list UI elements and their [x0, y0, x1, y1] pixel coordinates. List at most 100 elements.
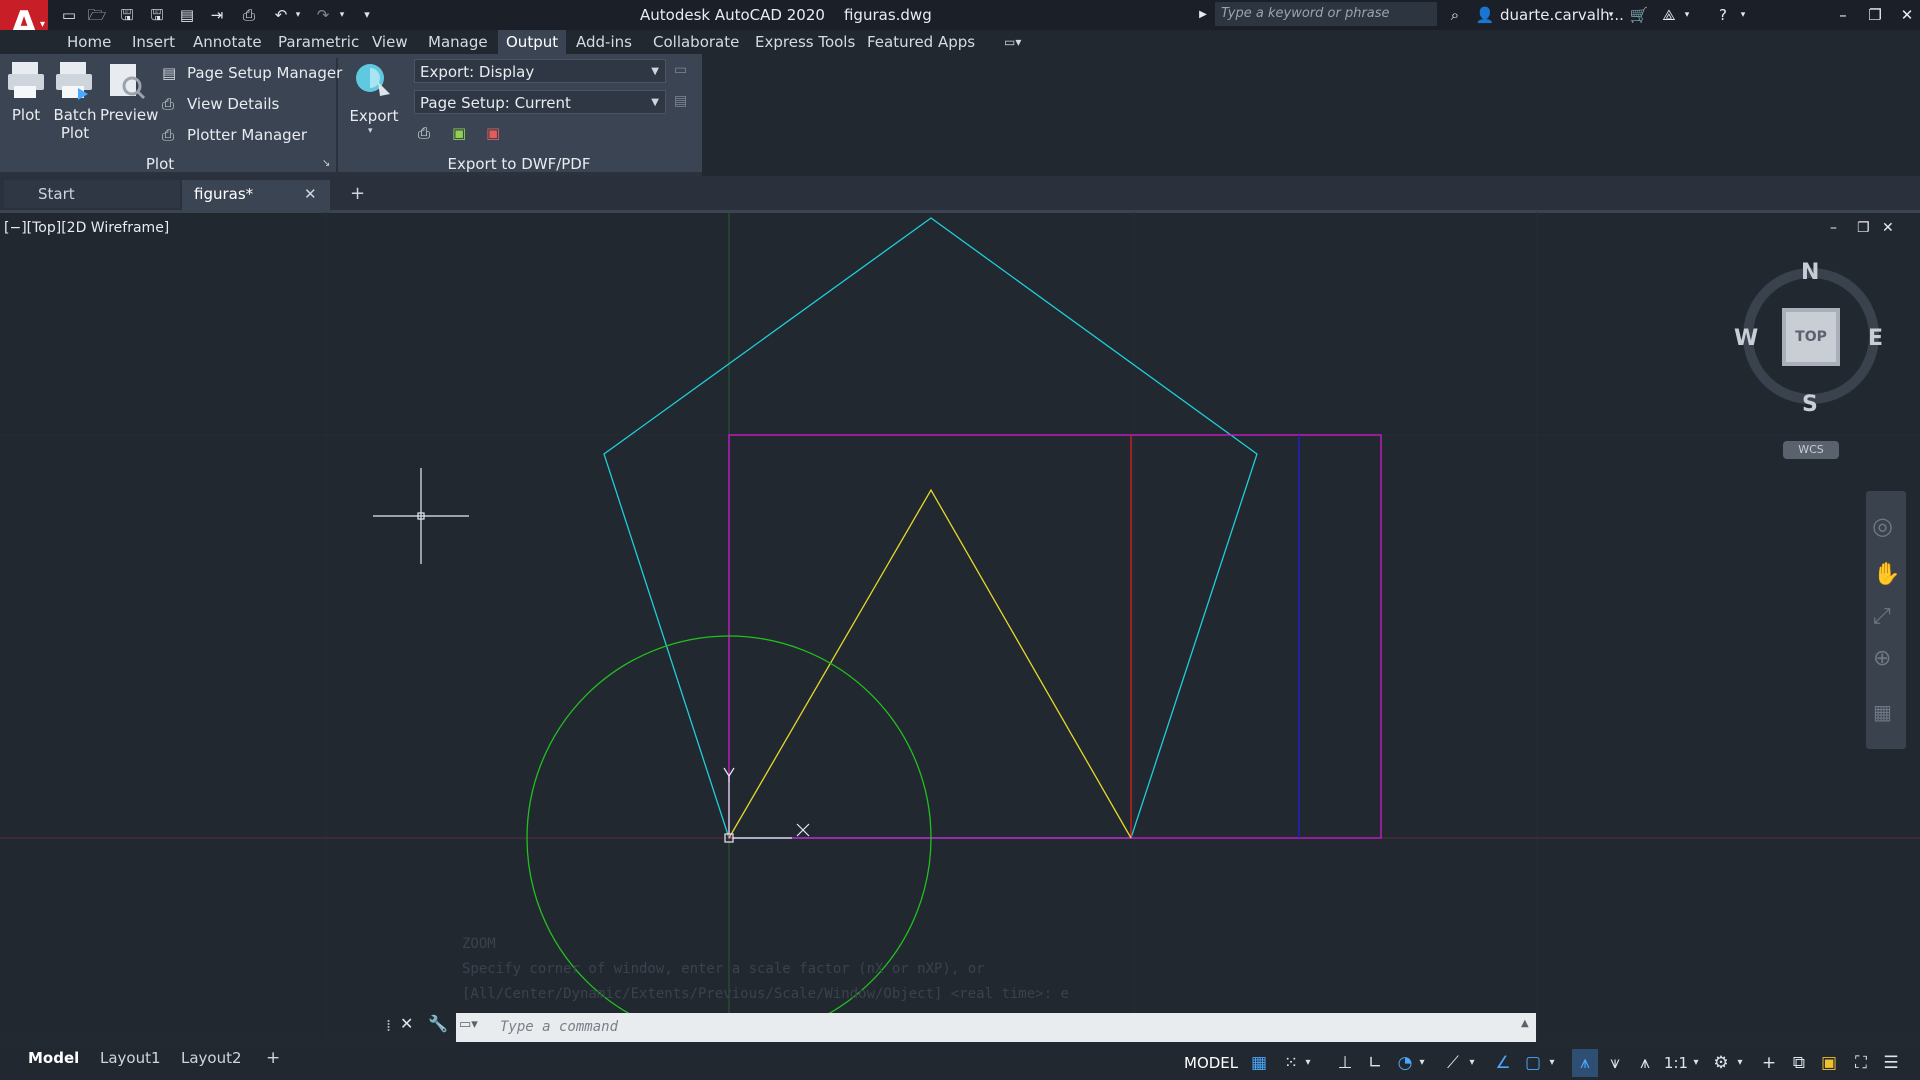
preview-icon[interactable] — [106, 60, 146, 100]
close-command-icon[interactable]: ✕ — [400, 1014, 413, 1033]
undo-icon[interactable]: ↶ — [270, 4, 292, 26]
pentagon-shape[interactable] — [603, 217, 1258, 839]
plot-button[interactable]: Plot — [4, 106, 48, 124]
export-button[interactable]: Export — [346, 107, 402, 125]
export-pdf-icon[interactable]: ▣ — [486, 124, 500, 142]
showmotion-icon[interactable]: ▦ — [1873, 700, 1892, 724]
compass-west[interactable]: W — [1734, 326, 1758, 351]
tab-view[interactable]: View — [364, 30, 416, 54]
pan-icon[interactable]: ✋ — [1873, 562, 1900, 587]
customize-status-bar-icon[interactable]: ☰ — [1878, 1049, 1904, 1077]
viewport-close-icon[interactable]: ✕ — [1882, 220, 1894, 236]
a360-icon[interactable]: ⟁ — [1658, 3, 1680, 27]
chevron-down-icon[interactable]: ▾ — [1546, 1049, 1558, 1077]
export-dwf-icon[interactable]: ▣ — [452, 124, 466, 142]
export-display-dropdown[interactable]: Export: Display ▼ — [414, 59, 666, 83]
page-setup-details-icon[interactable]: ▤ — [674, 93, 692, 111]
viewport-restore-icon[interactable]: ❐ — [1857, 220, 1870, 236]
chevron-down-icon[interactable]: ▾ — [1690, 1049, 1702, 1077]
drawing-canvas[interactable] — [0, 212, 1920, 1080]
close-tab-icon[interactable]: ✕ — [304, 180, 317, 208]
compass-east[interactable]: E — [1868, 326, 1883, 351]
ortho-icon[interactable]: ∟ — [1362, 1049, 1388, 1077]
chevron-down-icon[interactable]: ▾ — [1466, 1049, 1478, 1077]
tab-collaborate[interactable]: Collaborate — [645, 30, 747, 54]
search-input[interactable]: Type a keyword or phrase — [1215, 2, 1437, 26]
tab-manage[interactable]: Manage — [420, 30, 496, 54]
redo-icon[interactable]: ↷ — [312, 4, 334, 26]
plus-icon[interactable]: + — [1756, 1049, 1782, 1077]
infer-constraints-icon[interactable]: ⊥ — [1332, 1049, 1358, 1077]
grid-icon[interactable]: ▦ — [1246, 1049, 1272, 1077]
hardware-acceleration-icon[interactable]: ▣ — [1816, 1049, 1842, 1077]
export-icon[interactable] — [352, 60, 394, 102]
restore-icon[interactable]: ❐ — [1864, 3, 1886, 27]
tab-layout2[interactable]: Layout2 — [171, 1046, 252, 1070]
page-setup-override-icon[interactable]: ▭ — [674, 62, 692, 80]
customize-toolbar-icon[interactable]: ▾ — [356, 4, 378, 26]
plot-icon[interactable]: ⎙ — [238, 4, 260, 26]
tab-layout1[interactable]: Layout1 — [90, 1046, 171, 1070]
chevron-down-icon[interactable]: ▾ — [1682, 3, 1692, 27]
chevron-down-icon[interactable]: ▾ — [1734, 1049, 1746, 1077]
save-icon[interactable]: 🖫 — [116, 4, 138, 26]
batch-plot-icon[interactable] — [54, 60, 94, 100]
tab-home[interactable]: Home — [59, 30, 119, 54]
publish-icon[interactable]: ▤ — [176, 4, 198, 26]
annotation-scale-value[interactable]: 1:1 — [1660, 1049, 1692, 1077]
tab-add-ins[interactable]: Add-ins — [568, 30, 640, 54]
command-expand-icon[interactable]: ▲ — [1521, 1018, 1529, 1029]
rectangle-shape[interactable] — [728, 434, 1382, 839]
tab-model[interactable]: Model — [18, 1046, 89, 1070]
minimize-icon[interactable]: – — [1832, 3, 1854, 27]
command-grip-icon[interactable]: ⁞ — [386, 1016, 391, 1035]
chevron-down-icon[interactable]: ▾ — [1416, 1049, 1428, 1077]
tab-insert[interactable]: Insert — [124, 30, 183, 54]
page-setup-manager-button[interactable]: Page Setup Manager — [187, 61, 342, 85]
tab-parametric[interactable]: Parametric — [270, 30, 367, 54]
isolate-objects-icon[interactable]: ⧉ — [1786, 1049, 1812, 1077]
auto-scale-icon[interactable]: ⩛ — [1602, 1049, 1628, 1077]
clean-screen-icon[interactable]: ⛶ — [1848, 1049, 1874, 1077]
preview-button[interactable]: Preview — [100, 106, 158, 124]
annotation-scale-icon[interactable]: ⩚ — [1632, 1049, 1658, 1077]
chevron-down-icon[interactable]: ▾ — [292, 4, 304, 26]
tab-output[interactable]: Output — [498, 30, 567, 54]
tab-start[interactable] — [4, 180, 180, 208]
chevron-down-icon[interactable]: ▾ — [336, 4, 348, 26]
polar-tracking-icon[interactable]: ◔ — [1392, 1049, 1418, 1077]
tab-express-tools[interactable]: Express Tools — [747, 30, 863, 54]
object-snap-tracking-icon[interactable]: ∠ — [1490, 1049, 1516, 1077]
viewcube-top-face[interactable]: TOP — [1782, 308, 1840, 366]
help-icon[interactable]: ? — [1712, 3, 1734, 27]
expand-search-icon[interactable]: ▶ — [1196, 3, 1210, 27]
wcs-menu[interactable]: WCS — [1783, 441, 1839, 459]
steering-wheel-icon[interactable]: ◎ — [1872, 512, 1893, 540]
chevron-down-icon[interactable]: ▾ — [1738, 3, 1748, 27]
customize-command-icon[interactable]: 🔧 — [428, 1014, 448, 1033]
triangle-shape[interactable] — [728, 488, 1132, 839]
model-space-button[interactable]: MODEL — [1184, 1050, 1238, 1076]
recent-commands-icon[interactable]: ▭▾ — [459, 1017, 478, 1032]
annotation-visibility-icon[interactable]: ⩚ — [1572, 1049, 1598, 1077]
chevron-down-icon[interactable]: ▾ — [1302, 1049, 1314, 1077]
view-details-button[interactable]: View Details — [187, 92, 279, 116]
chevron-down-icon[interactable]: ▾ — [1606, 3, 1616, 27]
plot-icon[interactable] — [6, 60, 46, 100]
page-setup-dropdown[interactable]: Page Setup: Current ▼ — [414, 90, 666, 114]
panel-launcher-icon[interactable]: ↘ — [322, 158, 330, 169]
viewport-minimize-icon[interactable]: – — [1830, 220, 1837, 236]
chevron-down-icon[interactable]: ▾ — [368, 126, 373, 136]
orbit-icon[interactable]: ⊕ — [1873, 646, 1891, 671]
object-snap-icon[interactable]: ▢ — [1520, 1049, 1546, 1077]
open-icon[interactable]: 🗁 — [86, 4, 108, 26]
new-tab-icon[interactable]: + — [350, 180, 365, 208]
isodraft-icon[interactable]: ⟋ — [1440, 1049, 1466, 1077]
tab-featured-apps[interactable]: Featured Apps — [859, 30, 983, 54]
preview-export-icon[interactable]: ⎙ — [418, 124, 430, 142]
zoom-extents-icon[interactable]: ⤢ — [1873, 604, 1891, 629]
tab-annotate[interactable]: Annotate — [185, 30, 270, 54]
close-icon[interactable]: ✕ — [1896, 3, 1918, 27]
plotter-manager-button[interactable]: Plotter Manager — [187, 123, 307, 147]
share-icon[interactable]: ⇥ — [206, 4, 228, 26]
